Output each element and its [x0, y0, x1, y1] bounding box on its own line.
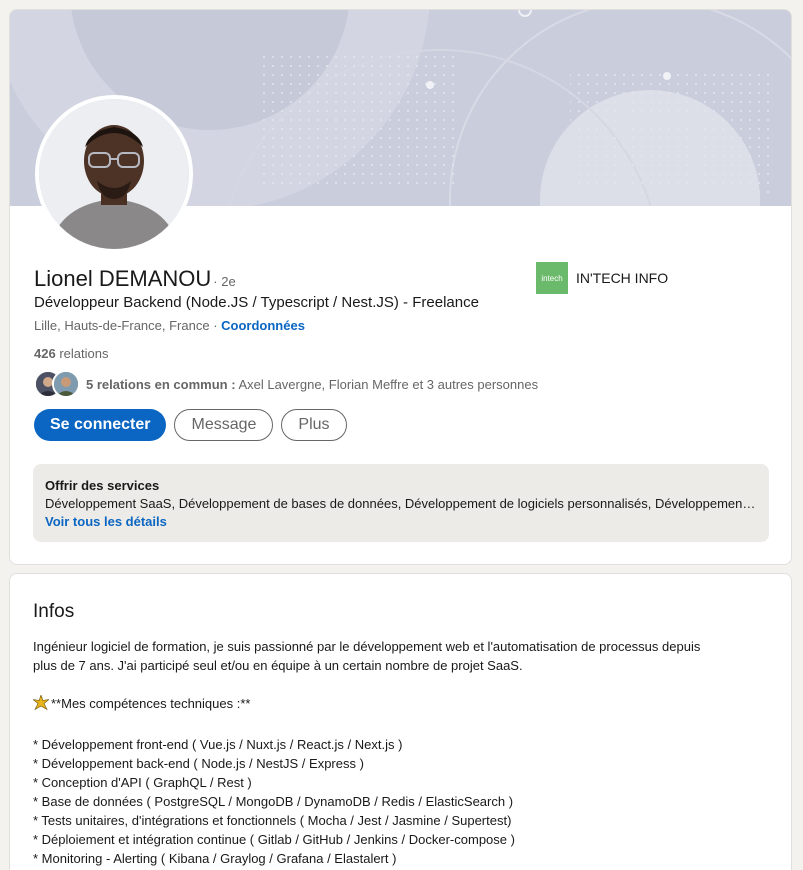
company-logo-text: intech — [541, 273, 563, 283]
location-text: Lille, Hauts-de-France, France — [34, 318, 210, 333]
connect-button[interactable]: Se connecter — [34, 409, 167, 441]
more-button[interactable]: Plus — [281, 409, 347, 441]
relations-number: 426 — [34, 346, 56, 361]
connection-degree: · 2e — [213, 274, 236, 289]
company-name[interactable]: IN'TECH INFO — [576, 270, 668, 286]
services-box: Offrir des services Développement SaaS, … — [33, 464, 769, 542]
mutual-connections[interactable]: 5 relations en commun : Axel Lavergne, F… — [34, 370, 538, 398]
profile-name-text: Lionel DEMANOU — [34, 266, 212, 291]
about-body: Ingénieur logiciel de formation, je suis… — [31, 637, 773, 868]
company-logo: intech — [536, 262, 568, 294]
mutual-names: Axel Lavergne, Florian Meffre et 3 autre… — [235, 376, 539, 392]
services-list: Développement SaaS, Développement de bas… — [45, 496, 757, 511]
profile-headline: Développeur Backend (Node.JS / Typescrip… — [34, 294, 479, 311]
about-line: Ingénieur logiciel de formation, je suis… — [33, 639, 701, 654]
skills-heading: **Mes compétences techniques :** — [31, 694, 773, 716]
skill-item: * Tests unitaires, d'intégrations et fon… — [33, 813, 512, 828]
message-button[interactable]: Message — [174, 409, 274, 441]
skill-item: * Conception d'API ( GraphQL / Rest ) — [33, 775, 252, 790]
about-title: Infos — [33, 601, 75, 622]
about-card: Infos Ingénieur logiciel de formation, j… — [9, 573, 792, 870]
avatar — [52, 370, 80, 398]
profile-card: Lionel DEMANOU · 2e intech IN'TECH INFO D… — [9, 9, 792, 565]
profile-avatar[interactable] — [35, 95, 193, 253]
skill-item: * Développement back-end ( Node.js / Nes… — [33, 756, 364, 771]
sparkle-icon — [31, 694, 51, 716]
profile-actions: Se connecter Message Plus — [34, 409, 347, 441]
mutual-count: 5 relations en commun : — [86, 376, 236, 392]
services-title: Offrir des services — [45, 478, 160, 493]
skill-item: * Base de données ( PostgreSQL / MongoDB… — [33, 794, 514, 809]
relations-label: relations — [55, 346, 109, 361]
mutual-avatars — [34, 370, 80, 398]
skill-item: * Déploiement et intégration continue ( … — [33, 832, 515, 847]
skill-item: * Monitoring - Alerting ( Kibana / Grayl… — [33, 851, 397, 866]
location-separator: · — [209, 318, 222, 333]
mutual-connections-text: 5 relations en commun : Axel Lavergne, F… — [86, 377, 538, 392]
contact-info-link[interactable]: Coordonnées — [221, 318, 305, 333]
skills-heading-text: **Mes compétences techniques :** — [51, 696, 251, 711]
profile-name: Lionel DEMANOU · 2e — [34, 266, 236, 292]
about-line: plus de 7 ans. J'ai participé seul et/ou… — [33, 658, 523, 673]
profile-location: Lille, Hauts-de-France, France · Coordon… — [34, 318, 305, 333]
services-details-link[interactable]: Voir tous les détails — [45, 514, 757, 529]
skill-item: * Développement front-end ( Vue.js / Nux… — [33, 737, 403, 752]
current-company[interactable]: intech IN'TECH INFO — [536, 262, 668, 294]
relations-count[interactable]: 426 relations — [34, 346, 108, 361]
